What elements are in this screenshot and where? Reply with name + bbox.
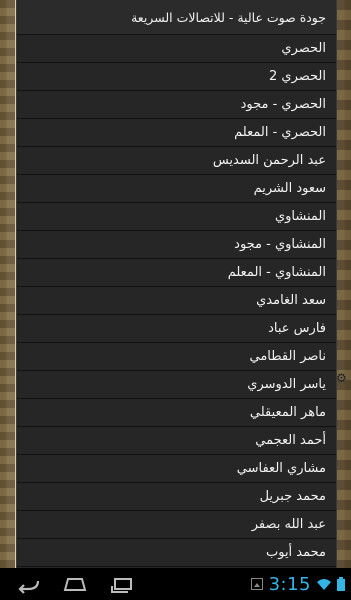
list-item[interactable]: جودة صوت عالية - للاتصالات السريعة bbox=[17, 0, 336, 35]
reciter-list: جودة صوت عالية - للاتصالات السريعة الحصر… bbox=[17, 0, 336, 567]
list-item[interactable]: مشاري العفاسي bbox=[17, 455, 336, 483]
page-border-right bbox=[335, 0, 351, 568]
list-item[interactable]: الحصري bbox=[17, 35, 336, 63]
page-border-left bbox=[0, 0, 15, 568]
list-item[interactable]: عبد الرحمن السديس bbox=[17, 147, 336, 175]
clock: 3:15 bbox=[268, 573, 311, 595]
home-icon[interactable] bbox=[60, 572, 90, 596]
list-item[interactable]: محمد أيوب bbox=[17, 539, 336, 567]
reciter-list-dialog: جودة صوت عالية - للاتصالات السريعة الحصر… bbox=[16, 0, 337, 568]
list-item[interactable]: الحصري 2 bbox=[17, 63, 336, 91]
list-item[interactable]: المنشاوي - المعلم bbox=[17, 259, 336, 287]
list-item[interactable]: عبد الله بصفر bbox=[17, 511, 336, 539]
back-icon[interactable] bbox=[14, 572, 44, 596]
list-item[interactable]: المنشاوي bbox=[17, 203, 336, 231]
list-item[interactable]: فارس عباد bbox=[17, 315, 336, 343]
battery-icon bbox=[337, 577, 345, 591]
wifi-icon bbox=[317, 579, 331, 590]
list-item[interactable]: أحمد العجمي bbox=[17, 427, 336, 455]
gear-icon: ⚙ bbox=[336, 371, 347, 385]
list-item[interactable]: ياسر الدوسري bbox=[17, 371, 336, 399]
list-item[interactable]: المنشاوي - مجود bbox=[17, 231, 336, 259]
list-item[interactable]: ناصر القطامي bbox=[17, 343, 336, 371]
list-item[interactable]: الحصري - المعلم bbox=[17, 119, 336, 147]
list-item[interactable]: ماهر المعيقلي bbox=[17, 399, 336, 427]
status-area: 3:15 bbox=[250, 568, 345, 600]
list-item[interactable]: محمد جبريل bbox=[17, 483, 336, 511]
system-navigation-bar: 3:15 bbox=[0, 568, 351, 600]
list-item[interactable]: سعود الشريم bbox=[17, 175, 336, 203]
image-notification-icon bbox=[250, 578, 263, 590]
list-item[interactable]: الحصري - مجود bbox=[17, 91, 336, 119]
list-item[interactable]: سعد الغامدي bbox=[17, 287, 336, 315]
recent-apps-icon[interactable] bbox=[107, 572, 137, 596]
